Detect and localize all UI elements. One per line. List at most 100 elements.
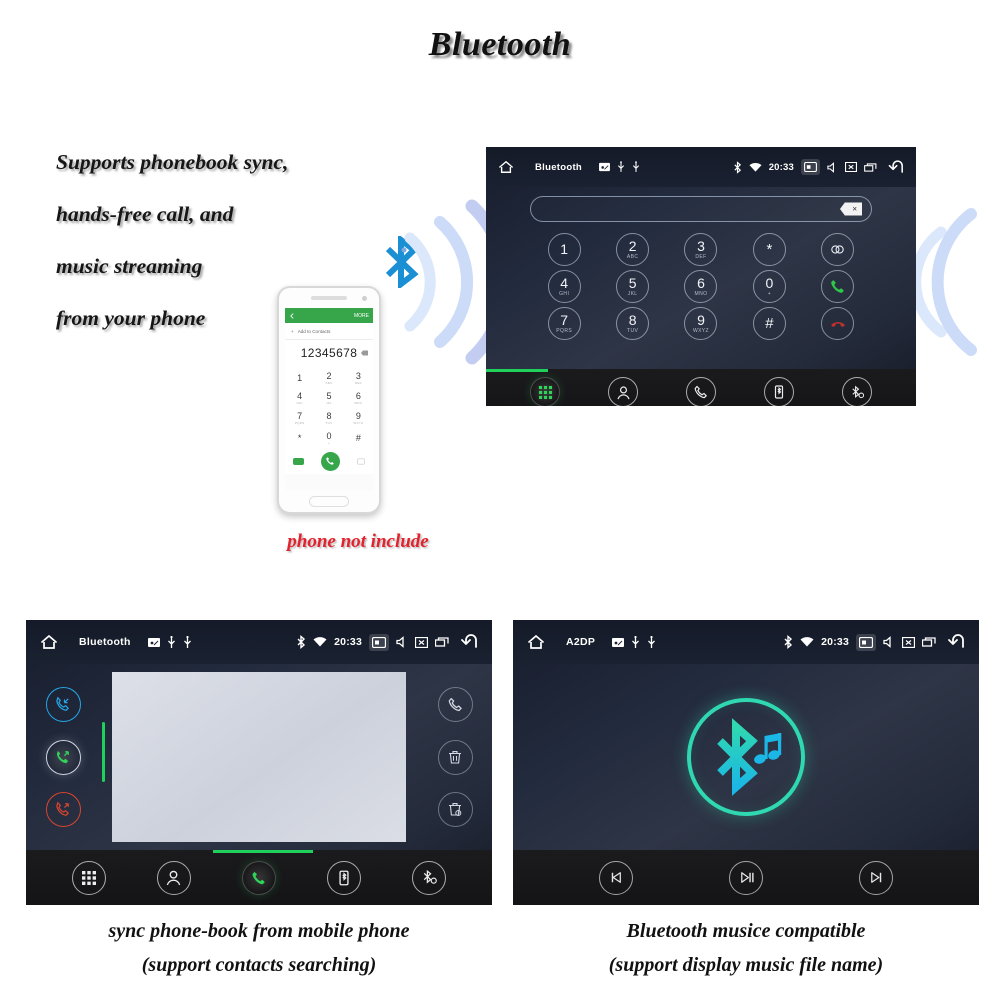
sidebar-item-contacts[interactable] — [156, 860, 191, 895]
recent-apps-icon[interactable] — [435, 637, 449, 647]
home-icon[interactable] — [40, 634, 58, 650]
phone-key[interactable]: # — [344, 428, 373, 448]
bluetooth-icon — [296, 635, 306, 649]
close-app-icon[interactable] — [902, 636, 915, 648]
call-log-list[interactable] — [112, 672, 406, 842]
phone-key[interactable]: 5 JKL — [314, 388, 343, 408]
phone-key[interactable]: 3 DEF — [344, 368, 373, 388]
sidebar-item-bluetooth-settings[interactable] — [842, 377, 872, 406]
phone-add-contact-row[interactable]: + Add to Contacts — [285, 323, 373, 340]
phone-more-label[interactable]: MORE — [354, 313, 369, 319]
phone-key[interactable]: 7 PQRS — [285, 408, 314, 428]
usb-icon-2 — [632, 161, 640, 173]
dialer-keypad[interactable]: 1 2 ABC 3 DEF * 4 GHI 5 JKL 6 MNO 0 + 7 PQRS 8T… — [530, 233, 872, 340]
phone-key[interactable]: 8 TUV — [314, 408, 343, 428]
status-bar: A2DP 20:33 — [513, 620, 979, 664]
keypad-key-2[interactable]: 2 ABC — [616, 233, 650, 266]
screenshot-icon[interactable] — [801, 159, 820, 175]
scrollbar-thumb[interactable] — [102, 722, 105, 782]
sidebar-item-bluetooth-settings[interactable] — [412, 860, 447, 895]
keypad-key-5[interactable]: 5 JKL — [616, 270, 650, 303]
phone-key[interactable]: 4 GHI — [285, 388, 314, 408]
phone-app-topbar: MORE — [285, 308, 373, 323]
phone-home-button — [309, 496, 349, 507]
play-pause-button[interactable] — [729, 860, 763, 895]
bluetooth-signal-waves-right — [910, 208, 977, 356]
delete-icon[interactable] — [437, 739, 473, 775]
call-button[interactable] — [821, 270, 855, 303]
recent-apps-icon[interactable] — [864, 162, 877, 172]
sidebar-item-contacts[interactable] — [608, 377, 638, 406]
phone-key[interactable]: 6 MNO — [344, 388, 373, 408]
dial-action-icon[interactable] — [437, 687, 473, 723]
caption-left: sync phone-book from mobile phone (suppo… — [26, 914, 492, 982]
back-icon[interactable] — [456, 634, 478, 650]
back-icon[interactable] — [943, 634, 965, 650]
incoming-call-filter-icon[interactable] — [45, 687, 81, 723]
home-icon[interactable] — [527, 634, 545, 650]
add-to-contacts-label: Add to Contacts — [297, 328, 331, 334]
phone-key[interactable]: 9 WXYZ — [344, 408, 373, 428]
screenshot-icon[interactable] — [856, 633, 876, 651]
delete-all-icon[interactable] — [437, 791, 473, 827]
keyboard-icon[interactable] — [356, 457, 365, 466]
volume-icon[interactable] — [396, 636, 408, 648]
phone-number-value: 12345678 — [300, 346, 358, 360]
phone-screen: MORE + Add to Contacts 12345678 1 2 ABC 3… — [285, 308, 373, 490]
backspace-icon[interactable]: × — [840, 202, 862, 216]
sidebar-item-dialpad[interactable] — [71, 860, 106, 895]
sidebar-item-dialpad[interactable] — [530, 377, 560, 406]
backspace-icon[interactable] — [361, 350, 368, 356]
back-arrow-icon[interactable] — [289, 312, 295, 319]
volume-icon[interactable] — [883, 636, 895, 648]
recent-apps-icon[interactable] — [922, 637, 936, 647]
volume-icon[interactable] — [827, 161, 838, 173]
keypad-key-4[interactable]: 4 GHI — [547, 270, 581, 303]
keypad-key-7[interactable]: 7 PQRS — [547, 307, 581, 340]
wifi-icon — [313, 636, 327, 648]
call-button[interactable] — [320, 451, 340, 471]
phone-keypad[interactable]: 1 2 ABC 3 DEF 4 GHI 5 JKL 6 MNO 7 PQRS 8 TUV 9W… — [285, 366, 373, 448]
next-track-button[interactable] — [859, 860, 893, 895]
missed-call-filter-icon[interactable] — [45, 791, 81, 827]
outgoing-call-filter-icon[interactable] — [45, 739, 81, 775]
phone-key[interactable]: 2 ABC — [314, 368, 343, 388]
keypad-key-6[interactable]: 6 MNO — [684, 270, 718, 303]
keypad-key-9[interactable]: 9 WXYZ — [684, 307, 718, 340]
phone-key[interactable]: 0 + — [314, 428, 343, 448]
sidebar-item-call-history[interactable] — [241, 860, 276, 895]
keypad-key-8[interactable]: 8 TUV — [616, 307, 650, 340]
phone-front-camera — [362, 296, 367, 301]
transfer-audio-icon[interactable] — [821, 233, 855, 266]
phone-number-input[interactable]: × — [530, 196, 872, 222]
screenshot-icon[interactable] — [369, 633, 389, 651]
keypad-key-0[interactable]: 0 + — [752, 270, 786, 303]
bottom-nav — [486, 369, 916, 406]
phone-key[interactable]: 1 — [285, 368, 314, 388]
bluetooth-icon — [783, 635, 793, 649]
close-app-icon[interactable] — [415, 636, 428, 648]
status-clock: 20:33 — [768, 161, 794, 173]
previous-track-button[interactable] — [599, 860, 633, 895]
feature-line-3: music streaming — [56, 254, 203, 278]
video-call-icon[interactable] — [293, 457, 305, 465]
home-icon[interactable] — [498, 160, 514, 174]
sidebar-item-phone-sync[interactable] — [764, 377, 794, 406]
keypad-key-3[interactable]: 3 DEF — [684, 233, 718, 266]
hangup-button[interactable] — [821, 307, 855, 340]
dialer-area: × 1 2 ABC 3 DEF * 4 GHI 5 JKL 6 MNO 0 + 7 PQRS … — [486, 196, 916, 369]
sidebar-item-call-history[interactable] — [686, 377, 716, 406]
back-icon[interactable] — [884, 159, 904, 175]
head-unit-dialer-screen: Bluetooth 20:33 × 1 2 ABC 3 DEF * 4 GHI … — [486, 147, 916, 406]
phone-key[interactable]: * — [285, 428, 314, 448]
sidebar-item-phone-sync[interactable] — [327, 860, 362, 895]
keypad-key-1[interactable]: 1 — [547, 233, 581, 266]
close-app-icon[interactable] — [845, 162, 857, 172]
caption-right: Bluetooth musice compatible (support dis… — [513, 914, 979, 982]
sd-card-icon — [612, 637, 625, 648]
usb-icon-2 — [183, 635, 192, 649]
caption-left-line2: (support contacts searching) — [141, 954, 377, 976]
bluetooth-icon — [733, 160, 742, 174]
keypad-key-hash[interactable]: # — [752, 307, 786, 340]
keypad-key-star[interactable]: * — [752, 233, 786, 266]
